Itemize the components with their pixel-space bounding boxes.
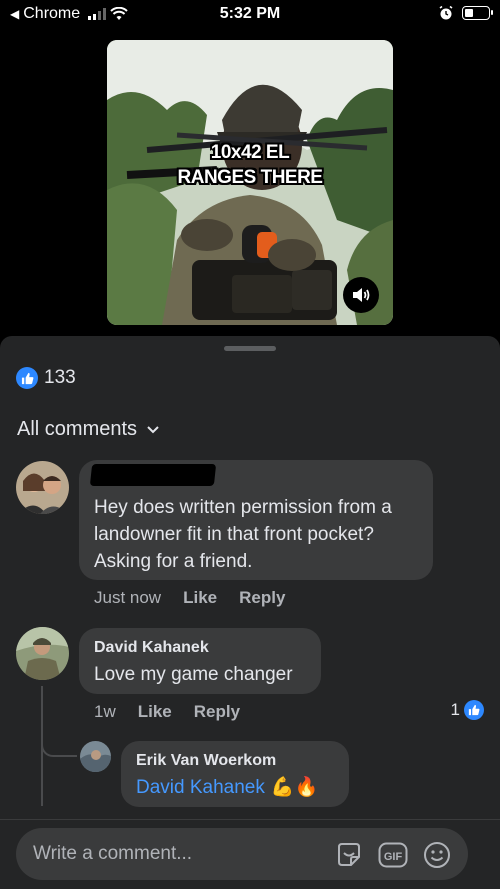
comment-like-count[interactable]: 1 [451,700,484,720]
like-button[interactable]: Like [138,702,172,722]
alarm-icon [439,5,453,20]
comment-text: Hey does written permission from a lando… [94,497,392,572]
mention-link[interactable]: David Kahanek [136,774,265,801]
redacted-name-bar [89,464,217,486]
reply-text: David Kahanek 💪🔥 [136,774,318,801]
chevron-down-icon [147,425,159,433]
sound-toggle-button[interactable] [343,277,379,313]
reaction-count: 133 [44,367,76,388]
status-bar: ◀ Chrome 5:32 PM [0,0,500,30]
speaker-icon [353,288,370,302]
reply-button[interactable]: Reply [194,702,240,722]
svg-text:GIF: GIF [384,851,403,863]
reply-button[interactable]: Reply [239,588,285,608]
avatar[interactable] [16,627,69,680]
comments-sheet: 133 All comments Hey does written permis… [0,336,500,889]
comment-text: Love my game changer [94,664,293,685]
emoji-icon[interactable] [422,840,452,870]
comment-actions: Just now Like Reply [94,588,285,608]
comment-time: Just now [94,588,162,607]
caption-line-2: RANGES THERE [177,167,323,188]
like-count-value: 1 [450,700,460,719]
comment-input-placeholder: Write a comment... [33,843,193,864]
comment-sort-dropdown[interactable]: All comments [17,418,159,441]
battery-icon [462,6,493,20]
commenter-name[interactable]: Erik Van Woerkom [136,752,276,770]
video-caption: 10x42 EL RANGES THERE [107,140,393,190]
comment-time: 1w [94,702,116,721]
comment-input[interactable]: Write a comment... GIF [16,828,468,880]
reaction-summary[interactable]: 133 [16,367,76,389]
avatar[interactable] [80,741,111,772]
commenter-name[interactable]: David Kahanek [94,639,209,657]
sheet-drag-handle[interactable] [224,346,276,351]
caption-line-1: 10x42 EL [210,142,290,163]
video-player[interactable]: 10x42 EL RANGES THERE [107,40,393,325]
emoji-flex-fire: 💪🔥 [270,777,319,798]
status-time: 5:32 PM [219,5,281,22]
sticker-icon[interactable] [334,840,364,870]
reply-thread-connector [41,739,77,757]
like-button[interactable]: Like [183,588,217,608]
like-reaction-icon [464,700,484,720]
comment-sort-label: All comments [17,418,138,440]
comment-bubble[interactable]: David Kahanek Love my game changer [79,628,321,694]
like-reaction-icon [16,367,38,389]
gif-icon[interactable]: GIF [378,840,408,870]
reply-bubble[interactable]: Erik Van Woerkom David Kahanek 💪🔥 [121,741,349,807]
avatar[interactable] [16,461,69,514]
comment-actions: 1w Like Reply [94,702,240,722]
